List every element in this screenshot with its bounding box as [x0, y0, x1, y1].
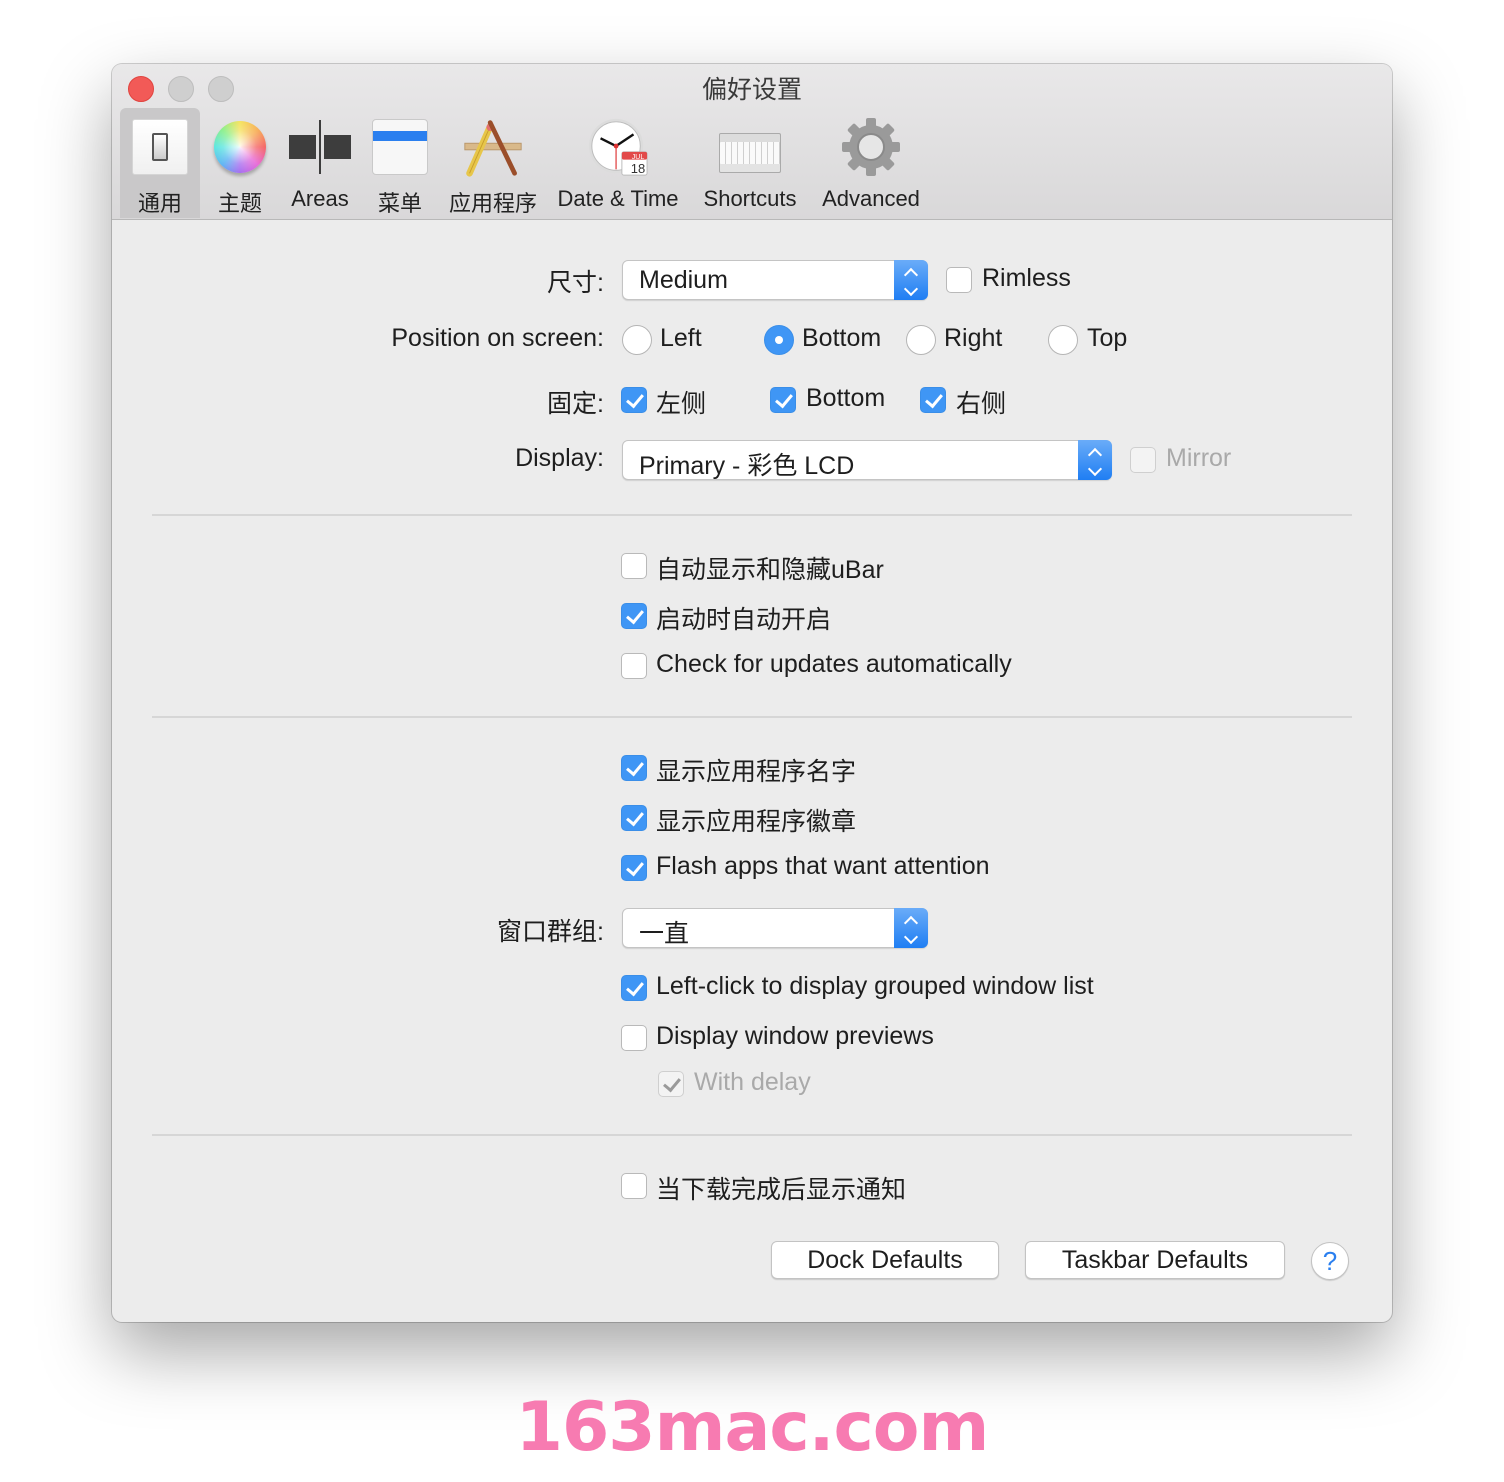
left-click-grouped-checkbox[interactable] [621, 975, 647, 1001]
size-select-value: Medium [639, 266, 728, 294]
gear-icon [840, 116, 902, 178]
display-select[interactable]: Primary - 彩色 LCD [622, 440, 1112, 480]
pin-label: 固定: [547, 390, 604, 418]
auto-hide-checkbox[interactable] [621, 553, 647, 579]
pin-right-label: 右侧 [956, 390, 1007, 418]
tab-label: Date & Time [557, 186, 679, 211]
tab-label: Advanced [822, 186, 920, 211]
applications-icon [462, 116, 524, 178]
check-updates-label: Check for updates automatically [656, 650, 1012, 678]
tab-label: 通用 [137, 191, 182, 216]
show-app-badges-checkbox[interactable] [621, 805, 647, 831]
window-grouping-select[interactable]: 一直 [622, 908, 928, 948]
pin-left-checkbox[interactable] [621, 387, 647, 413]
auto-hide-label: 自动显示和隐藏uBar [656, 556, 884, 584]
download-notify-checkbox[interactable] [621, 1173, 647, 1199]
pin-right-checkbox[interactable] [920, 387, 946, 413]
tab-applications[interactable]: 应用程序 [440, 108, 546, 218]
titlebar: 偏好设置 通用 主题 Areas 菜单 应用程序 JUL 18 Date & T… [112, 64, 1392, 220]
tab-advanced[interactable]: Advanced [810, 108, 932, 218]
general-pane: 尺寸: Medium Rimless Position on screen: L… [112, 220, 1392, 1322]
keyboard-icon [719, 116, 781, 178]
with-delay-label: With delay [694, 1068, 811, 1096]
position-label: Position on screen: [391, 324, 604, 352]
position-radio-right[interactable] [906, 325, 936, 355]
show-app-names-checkbox[interactable] [621, 755, 647, 781]
tab-shortcuts[interactable]: Shortcuts [690, 108, 810, 218]
launch-at-login-label: 启动时自动开启 [656, 606, 832, 634]
mirror-label: Mirror [1166, 444, 1232, 472]
select-stepper-icon [1078, 440, 1112, 480]
rimless-checkbox[interactable] [946, 267, 972, 293]
tab-label: Areas [291, 186, 349, 211]
section-divider [152, 1134, 1352, 1136]
color-wheel-icon [209, 116, 271, 178]
pin-bottom-label: Bottom [806, 384, 886, 412]
flash-apps-checkbox[interactable] [621, 855, 647, 881]
position-right-label: Right [944, 324, 1003, 352]
window-grouping-value: 一直 [639, 920, 690, 948]
window-grouping-label: 窗口群组: [497, 918, 604, 946]
tab-general[interactable]: 通用 [120, 108, 200, 218]
with-delay-checkbox[interactable] [658, 1071, 684, 1097]
window-previews-checkbox[interactable] [621, 1025, 647, 1051]
show-app-badges-label: 显示应用程序徽章 [656, 808, 857, 836]
left-click-grouped-label: Left-click to display grouped window lis… [656, 972, 1094, 1000]
section-divider [152, 716, 1352, 718]
calendar-month: JUL [631, 154, 645, 161]
check-updates-checkbox[interactable] [621, 653, 647, 679]
tab-label: Shortcuts [703, 186, 797, 211]
position-left-label: Left [660, 324, 702, 352]
tab-label: 主题 [217, 191, 262, 216]
download-notify-label: 当下载完成后显示通知 [656, 1176, 907, 1204]
taskbar-defaults-button[interactable]: Taskbar Defaults [1025, 1241, 1285, 1279]
clock-calendar-icon: JUL 18 [587, 116, 649, 178]
calendar-day: 18 [630, 161, 646, 176]
flash-apps-label: Flash apps that want attention [656, 852, 990, 880]
size-label: 尺寸: [547, 269, 604, 297]
dock-defaults-button[interactable]: Dock Defaults [771, 1241, 999, 1279]
show-app-names-label: 显示应用程序名字 [656, 758, 857, 786]
display-select-value: Primary - 彩色 LCD [639, 452, 855, 480]
launch-at-login-checkbox[interactable] [621, 603, 647, 629]
preferences-toolbar: 通用 主题 Areas 菜单 应用程序 JUL 18 Date & Time S… [120, 108, 932, 218]
switch-icon [129, 116, 191, 178]
position-bottom-label: Bottom [802, 324, 882, 352]
areas-icon [289, 116, 351, 178]
pin-bottom-checkbox[interactable] [770, 387, 796, 413]
watermark: 163mac.com [515, 1388, 990, 1467]
pin-left-label: 左侧 [656, 390, 707, 418]
tab-date-time[interactable]: JUL 18 Date & Time [546, 108, 690, 218]
position-radio-bottom[interactable] [764, 325, 794, 355]
help-button[interactable]: ? [1311, 1242, 1349, 1280]
mirror-checkbox[interactable] [1130, 447, 1156, 473]
size-select[interactable]: Medium [622, 260, 928, 300]
tab-label: 菜单 [377, 191, 422, 216]
window-previews-label: Display window previews [656, 1022, 934, 1050]
select-stepper-icon [894, 908, 928, 948]
display-label: Display: [515, 444, 604, 472]
preferences-window: 偏好设置 通用 主题 Areas 菜单 应用程序 JUL 18 Date & T… [112, 64, 1392, 1322]
tab-label: 应用程序 [448, 191, 537, 216]
menu-bar-icon [369, 116, 431, 178]
tab-themes[interactable]: 主题 [200, 108, 280, 218]
select-stepper-icon [894, 260, 928, 300]
tab-menu[interactable]: 菜单 [360, 108, 440, 218]
section-divider [152, 514, 1352, 516]
position-top-label: Top [1087, 324, 1128, 352]
tab-areas[interactable]: Areas [280, 108, 360, 218]
rimless-label: Rimless [982, 264, 1071, 292]
position-radio-top[interactable] [1048, 325, 1078, 355]
window-title: 偏好设置 [701, 76, 802, 104]
position-radio-left[interactable] [622, 325, 652, 355]
